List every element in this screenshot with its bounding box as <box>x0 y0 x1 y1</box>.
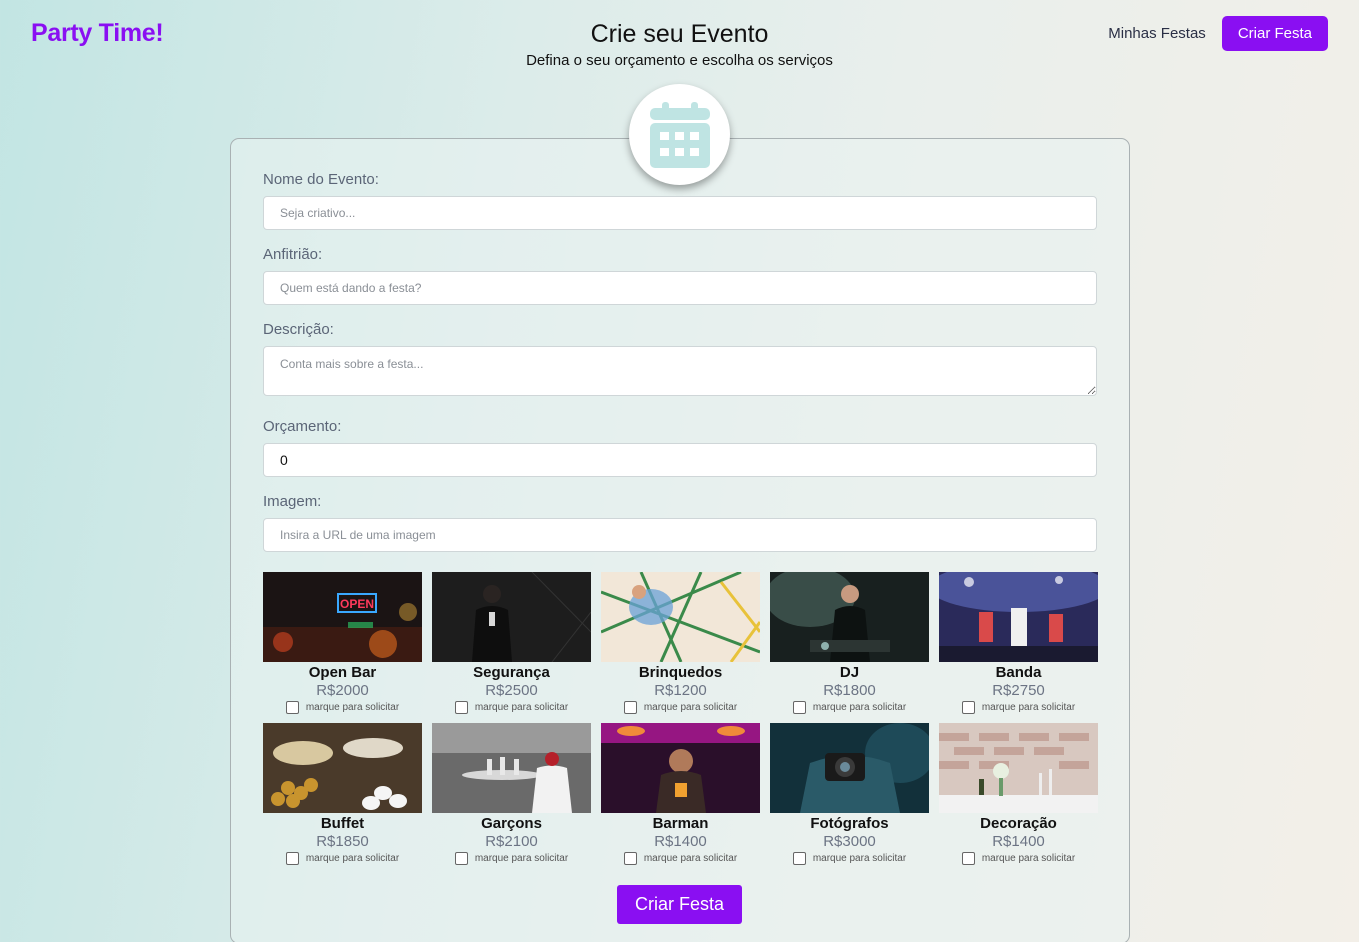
service-hint: marque para solicitar <box>981 853 1076 864</box>
service-checkbox[interactable] <box>623 852 637 865</box>
service-check-row: marque para solicitar <box>432 852 591 865</box>
photographers-image <box>770 723 929 813</box>
service-price: R$3000 <box>823 833 876 850</box>
service-price: R$2000 <box>316 682 369 699</box>
event-form: Nome do Evento: Anfitrião: Descrição: Or… <box>263 171 1097 568</box>
service-name: Decoração <box>980 815 1057 832</box>
service-card-security: Segurança R$2500 marque para solicitar <box>432 572 591 716</box>
toys-image <box>601 572 760 662</box>
security-image <box>432 572 591 662</box>
service-checkbox[interactable] <box>961 852 975 865</box>
service-check-row: marque para solicitar <box>263 852 422 865</box>
service-hint: marque para solicitar <box>643 853 738 864</box>
service-card-waiters: Garçons R$2100 marque para solicitar <box>432 723 591 867</box>
service-name: Banda <box>995 664 1042 681</box>
service-check-row: marque para solicitar <box>770 852 929 865</box>
service-card-photographers: Fotógrafos R$3000 marque para solicitar <box>770 723 929 867</box>
service-price: R$1400 <box>992 833 1045 850</box>
service-card-toys: Brinquedos R$1200 marque para solicitar <box>601 572 760 716</box>
service-price: R$1850 <box>316 833 369 850</box>
service-checkbox[interactable] <box>285 852 299 865</box>
service-price: R$1400 <box>654 833 707 850</box>
service-name: Barman <box>652 815 709 832</box>
page-subtitle: Defina o seu orçamento e escolha os serv… <box>526 52 833 69</box>
service-checkbox[interactable] <box>623 701 637 714</box>
service-card-open-bar: OPEN Open Bar R$2000 marque para solicit… <box>263 572 422 716</box>
service-checkbox[interactable] <box>961 701 975 714</box>
service-hint: marque para solicitar <box>474 853 569 864</box>
service-checkbox[interactable] <box>792 701 806 714</box>
svg-text:OPEN: OPEN <box>340 597 374 611</box>
nav-my-parties-link[interactable]: Minhas Festas <box>1108 25 1206 42</box>
barman-image <box>601 723 760 813</box>
service-check-row: marque para solicitar <box>263 701 422 714</box>
service-checkbox[interactable] <box>454 852 468 865</box>
service-check-row: marque para solicitar <box>939 701 1098 714</box>
calendar-badge <box>629 84 730 185</box>
service-hint: marque para solicitar <box>474 702 569 713</box>
service-check-row: marque para solicitar <box>601 701 760 714</box>
dj-image <box>770 572 929 662</box>
service-card-dj: DJ R$1800 marque para solicitar <box>770 572 929 716</box>
service-hint: marque para solicitar <box>643 702 738 713</box>
service-name: Buffet <box>320 815 365 832</box>
service-price: R$2750 <box>992 682 1045 699</box>
waiters-image <box>432 723 591 813</box>
service-name: Garçons <box>481 815 542 832</box>
service-hint: marque para solicitar <box>812 702 907 713</box>
name-label: Nome do Evento: <box>263 171 379 188</box>
service-card-band: Banda R$2750 marque para solicitar <box>939 572 1098 716</box>
service-name: DJ <box>839 664 860 681</box>
service-price: R$1200 <box>654 682 707 699</box>
buffet-image <box>263 723 422 813</box>
band-image <box>939 572 1098 662</box>
service-name: Segurança <box>473 664 550 681</box>
service-check-row: marque para solicitar <box>770 701 929 714</box>
event-name-input[interactable] <box>263 196 1097 230</box>
services-grid: OPEN Open Bar R$2000 marque para solicit… <box>263 572 1098 867</box>
create-party-submit-button[interactable]: Criar Festa <box>617 885 742 924</box>
open-bar-image: OPEN <box>263 572 422 662</box>
top-nav: Minhas Festas Criar Festa <box>1108 16 1328 51</box>
image-group: Imagem: <box>263 493 1097 552</box>
service-hint: marque para solicitar <box>981 702 1076 713</box>
name-group: Nome do Evento: <box>263 171 1097 230</box>
budget-group: Orçamento: <box>263 418 1097 477</box>
service-check-row: marque para solicitar <box>939 852 1098 865</box>
service-price: R$2100 <box>485 833 538 850</box>
description-group: Descrição: <box>263 321 1097 401</box>
budget-label: Orçamento: <box>263 418 342 435</box>
host-label: Anfitrião: <box>263 246 323 263</box>
description-textarea[interactable] <box>263 346 1097 396</box>
service-checkbox[interactable] <box>792 852 806 865</box>
service-checkbox[interactable] <box>454 701 468 714</box>
service-checkbox[interactable] <box>285 701 299 714</box>
service-price: R$2500 <box>485 682 538 699</box>
service-card-buffet: Buffet R$1850 marque para solicitar <box>263 723 422 867</box>
host-group: Anfitrião: <box>263 246 1097 305</box>
description-label: Descrição: <box>263 321 334 338</box>
service-hint: marque para solicitar <box>812 853 907 864</box>
image-label: Imagem: <box>263 493 322 510</box>
image-url-input[interactable] <box>263 518 1097 552</box>
service-name: Open Bar <box>308 664 377 681</box>
service-name: Fotógrafos <box>810 815 889 832</box>
service-price: R$1800 <box>823 682 876 699</box>
service-card-barman: Barman R$1400 marque para solicitar <box>601 723 760 867</box>
budget-input[interactable] <box>263 443 1097 477</box>
service-check-row: marque para solicitar <box>432 701 591 714</box>
service-name: Brinquedos <box>638 664 723 681</box>
decoration-image <box>939 723 1098 813</box>
service-check-row: marque para solicitar <box>601 852 760 865</box>
calendar-icon <box>649 101 710 168</box>
service-card-decoration: Decoração R$1400 marque para solicitar <box>939 723 1098 867</box>
service-hint: marque para solicitar <box>305 702 400 713</box>
service-hint: marque para solicitar <box>305 853 400 864</box>
host-input[interactable] <box>263 271 1097 305</box>
nav-create-party-button[interactable]: Criar Festa <box>1221 16 1328 51</box>
